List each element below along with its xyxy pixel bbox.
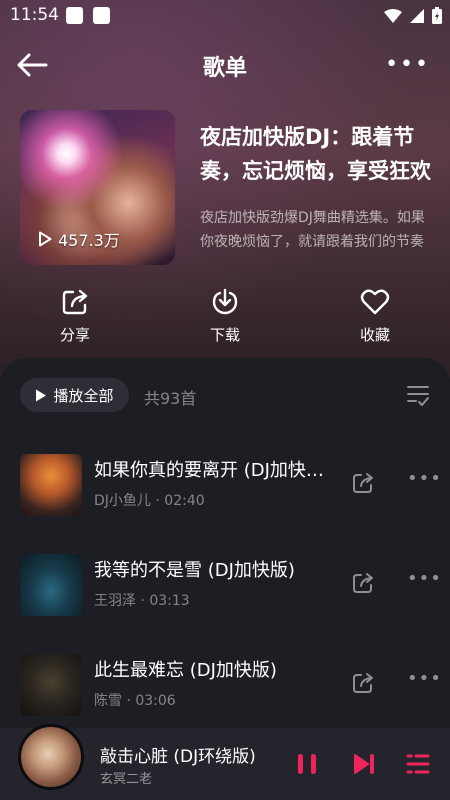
multi-select-icon[interactable] [406, 384, 430, 408]
share-icon[interactable] [352, 472, 374, 494]
song-meta: 王羽泽 · 03:13 [94, 593, 190, 609]
now-playing-artist: 玄冥二老 [100, 772, 153, 787]
share-icon[interactable] [352, 672, 374, 694]
play-count-value: 457.3万 [58, 231, 120, 250]
page-title: 歌单 [202, 56, 247, 81]
download-label: 下载 [209, 326, 240, 344]
play-icon [39, 231, 52, 247]
song-duration: 03:13 [149, 593, 190, 609]
more-icon[interactable]: ••• [407, 668, 442, 689]
wifi-icon [384, 8, 402, 23]
song-artist: 王羽泽 [94, 593, 136, 609]
song-meta: DJ小鱼儿 · 02:40 [94, 493, 205, 509]
more-icon[interactable]: ••• [407, 468, 442, 489]
status-time: 11:54 [10, 5, 59, 25]
playlist-description[interactable]: 夜店加快版劲爆DJ舞曲精选集。如果你夜晚烦恼了，就请跟着我们的节奏一起摇摆吧 [200, 206, 432, 254]
app-bar: 歌单 ••• [0, 40, 450, 90]
favorite-label: 收藏 [359, 326, 390, 344]
download-button[interactable]: 下载 [180, 288, 270, 345]
list-item[interactable]: 如果你真的要离开 (DJ加快版) DJ小鱼儿 · 02:40 ••• [0, 450, 450, 520]
song-meta: 陈雪 · 03:06 [94, 693, 176, 709]
song-title: 我等的不是雪 (DJ加快版) [94, 560, 295, 581]
song-title: 如果你真的要离开 (DJ加快版) [94, 460, 326, 481]
play-count: 457.3万 [38, 227, 120, 251]
song-cover [20, 454, 82, 516]
song-artist: DJ小鱼儿 [94, 493, 151, 509]
action-row: 分享 下载 收藏 [0, 288, 450, 358]
mini-player[interactable]: 敲击心脏 (DJ环绕版) 玄冥二老 [0, 724, 450, 800]
pause-icon[interactable] [296, 752, 318, 776]
now-playing-title: 敲击心脏 (DJ环绕版) [100, 747, 256, 767]
play-icon [36, 389, 47, 401]
share-button[interactable]: 分享 [30, 288, 120, 345]
signal-icon [410, 8, 424, 23]
status-bar: 11:54 [0, 0, 450, 32]
song-count: 共93首 [144, 389, 197, 408]
heart-icon [360, 289, 390, 315]
share-icon[interactable] [352, 572, 374, 594]
playlist-icon[interactable] [406, 752, 430, 776]
more-icon[interactable]: ••• [385, 52, 430, 77]
song-duration: 02:40 [164, 493, 205, 509]
list-item[interactable]: 我等的不是雪 (DJ加快版) 王羽泽 · 03:13 ••• [0, 550, 450, 620]
song-duration: 03:06 [135, 693, 176, 709]
next-icon[interactable] [352, 752, 376, 776]
now-playing-cover[interactable] [18, 724, 84, 790]
playlist-cover[interactable]: 457.3万 [20, 110, 175, 265]
play-all-button[interactable]: 播放全部 [20, 378, 129, 412]
share-icon [62, 289, 88, 315]
song-title: 此生最难忘 (DJ加快版) [94, 660, 277, 681]
more-icon[interactable]: ••• [407, 568, 442, 589]
song-cover [20, 654, 82, 716]
song-cover [20, 554, 82, 616]
battery-icon [432, 7, 442, 24]
share-label: 分享 [59, 326, 90, 344]
play-all-label: 播放全部 [53, 386, 114, 405]
download-icon [212, 288, 238, 315]
notification-icon [66, 7, 83, 24]
playlist-title: 夜店加快版DJ：跟着节奏，忘记烦恼，享受狂欢 [200, 125, 431, 183]
list-item[interactable]: 此生最难忘 (DJ加快版) 陈雪 · 03:06 ••• [0, 650, 450, 720]
favorite-button[interactable]: 收藏 [330, 288, 420, 345]
song-artist: 陈雪 [94, 693, 122, 709]
notification-icon [93, 7, 110, 24]
